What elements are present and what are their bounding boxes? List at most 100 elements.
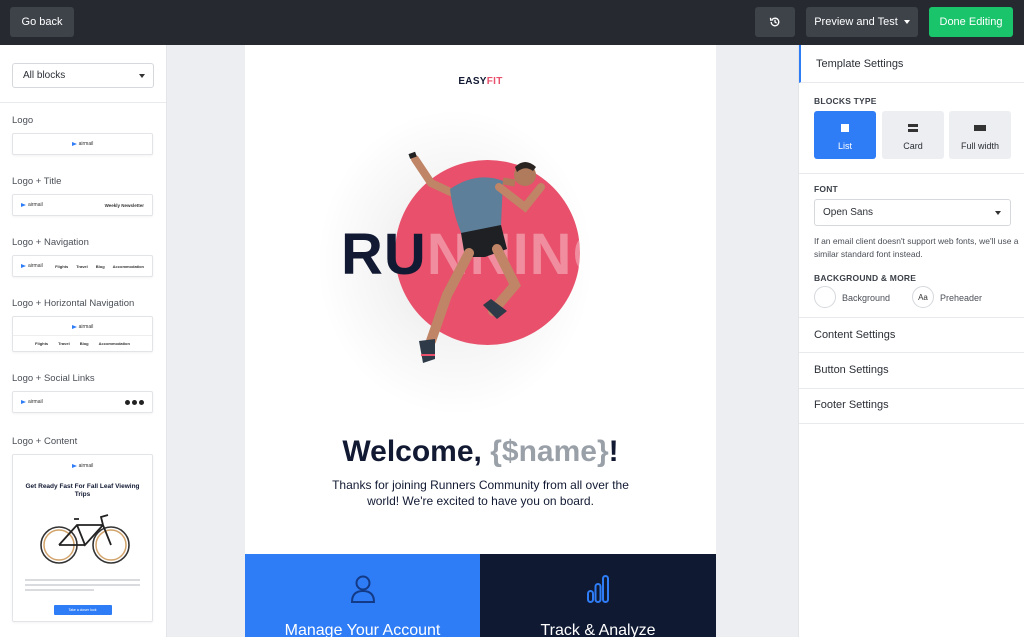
plane-icon xyxy=(21,264,26,268)
mini-nav-item: Travel xyxy=(76,263,88,269)
brand-logo-part: EASY xyxy=(458,76,487,87)
block-type-label: List xyxy=(837,141,852,151)
block-logo-social-links[interactable]: airmail xyxy=(12,391,153,413)
block-type-full-width-button[interactable]: Full width xyxy=(949,111,1011,159)
plane-icon xyxy=(71,464,77,468)
footer-settings-section[interactable]: Footer Settings xyxy=(814,399,889,411)
block-label: Logo + Content xyxy=(12,436,78,447)
brand-logo-accent: FIT xyxy=(486,76,503,87)
plane-icon xyxy=(21,400,26,404)
blocks-filter-select[interactable]: All blocks xyxy=(12,63,154,88)
font-label: FONT xyxy=(814,184,838,194)
social-icons xyxy=(125,399,144,405)
background-more-label: BACKGROUND & MORE xyxy=(814,273,917,283)
list-layout-icon xyxy=(841,124,849,132)
mini-nav-item: Accommodation xyxy=(112,263,144,269)
user-icon xyxy=(350,575,375,603)
mini-nav-item: Flights xyxy=(55,263,69,269)
mini-logo-text: airmail xyxy=(28,399,43,405)
text-style-icon: Aa xyxy=(918,292,928,302)
mini-cta-button: Take a closer look xyxy=(53,605,112,615)
history-icon xyxy=(769,17,780,27)
block-label: Logo + Navigation xyxy=(12,237,89,248)
go-back-button[interactable]: Go back xyxy=(10,7,74,37)
welcome-body: Thanks for joining Runners Community fro… xyxy=(332,478,629,508)
font-select-value: Open Sans xyxy=(823,207,874,218)
content-settings-section[interactable]: Content Settings xyxy=(814,329,895,341)
blocks-sidebar: All blocks Logo airmail Logo + Title air… xyxy=(0,45,167,637)
plane-icon xyxy=(71,142,77,146)
divider xyxy=(0,102,166,103)
mini-logo: airmail xyxy=(21,202,43,208)
done-editing-button[interactable]: Done Editing xyxy=(929,7,1013,37)
background-label: Background xyxy=(842,293,891,303)
preheader-label: Preheader xyxy=(940,293,983,303)
settings-panel: Template Settings BLOCKS TYPE List Card … xyxy=(798,45,1024,637)
full-width-layout-icon xyxy=(974,125,986,131)
plane-icon xyxy=(71,325,77,329)
mini-title: Weekly Newsletter xyxy=(104,202,144,208)
welcome-heading: Welcome, {$name}! xyxy=(245,435,716,469)
feature-title: Manage Your Account xyxy=(284,622,441,637)
mini-logo: airmail xyxy=(13,463,152,469)
email-canvas[interactable]: EASYFIT RUNNING Welcome, {$name}! Thanks… xyxy=(245,45,716,637)
instagram-icon xyxy=(139,399,144,405)
block-type-label: Card xyxy=(903,141,923,151)
brand-logo: EASYFIT xyxy=(245,76,716,87)
feature-card-track[interactable]: Track & Analyze xyxy=(480,554,716,637)
mini-headline: Get Ready Fast For Fall Leaf Viewing Tri… xyxy=(25,483,140,498)
feature-title: Track & Analyze xyxy=(540,622,656,637)
mini-nav-item: Blog xyxy=(95,263,105,269)
divider xyxy=(799,388,1024,389)
plane-icon xyxy=(21,203,26,207)
chevron-down-icon xyxy=(903,20,910,24)
block-logo-title[interactable]: airmail Weekly Newsletter xyxy=(12,194,153,216)
welcome-text: ! xyxy=(608,435,619,468)
mini-logo-text: airmail xyxy=(28,202,43,208)
divider xyxy=(799,423,1024,424)
blocks-type-label: BLOCKS TYPE xyxy=(814,96,877,106)
mini-logo-text: airmail xyxy=(78,324,94,330)
font-note: If an email client doesn't support web f… xyxy=(814,236,1019,259)
block-logo-content[interactable]: airmail Get Ready Fast For Fall Leaf Vie… xyxy=(12,454,153,622)
mini-nav: Flights Travel Blog Accommodation xyxy=(13,341,152,346)
block-logo[interactable]: airmail xyxy=(12,133,153,155)
name-variable: {$name} xyxy=(490,435,609,468)
block-logo-navigation[interactable]: airmail Flights Travel Blog Accommodatio… xyxy=(12,255,153,277)
runner-image xyxy=(408,151,545,363)
facebook-icon xyxy=(125,399,130,405)
block-label: Logo + Social Links xyxy=(12,373,95,384)
welcome-text: Welcome, xyxy=(342,435,491,468)
block-type-card-button[interactable]: Card xyxy=(882,111,944,159)
preview-label: Preview and Test xyxy=(814,16,898,28)
block-logo-horizontal-navigation[interactable]: airmail Flights Travel Blog Accommodatio… xyxy=(12,316,153,352)
background-color-swatch[interactable] xyxy=(814,286,836,308)
chevron-down-icon xyxy=(139,74,145,78)
preheader-swatch[interactable]: Aa xyxy=(912,286,934,308)
template-settings-header[interactable]: Template Settings xyxy=(799,45,1024,83)
block-type-list-button[interactable]: List xyxy=(814,111,876,159)
font-select[interactable]: Open Sans xyxy=(814,199,1011,226)
block-label: Logo + Horizontal Navigation xyxy=(12,298,135,309)
divider xyxy=(799,317,1024,318)
blocks-filter-value: All blocks xyxy=(23,70,66,81)
block-type-label: Full width xyxy=(960,141,999,151)
preview-and-test-button[interactable]: Preview and Test xyxy=(806,7,918,37)
mini-nav-item: Flights xyxy=(35,341,49,346)
mini-nav-item: Blog xyxy=(79,341,89,346)
mini-logo-text: airmail xyxy=(78,463,94,469)
mini-nav-item: Travel xyxy=(58,341,70,346)
divider xyxy=(13,335,152,336)
feature-card-account[interactable]: Manage Your Account xyxy=(245,554,480,637)
bicycle-image xyxy=(40,514,130,564)
chevron-down-icon xyxy=(995,211,1001,215)
mini-nav-item: Accommodation xyxy=(98,341,130,346)
block-label: Logo + Title xyxy=(12,176,62,187)
top-toolbar: Go back Preview and Test Done Editing xyxy=(0,0,1024,45)
history-button[interactable] xyxy=(755,7,795,37)
twitter-icon xyxy=(132,399,137,405)
bar-chart-icon xyxy=(587,575,609,603)
button-settings-section[interactable]: Button Settings xyxy=(814,364,889,376)
mini-logo: airmail xyxy=(21,399,43,405)
divider xyxy=(799,173,1024,174)
